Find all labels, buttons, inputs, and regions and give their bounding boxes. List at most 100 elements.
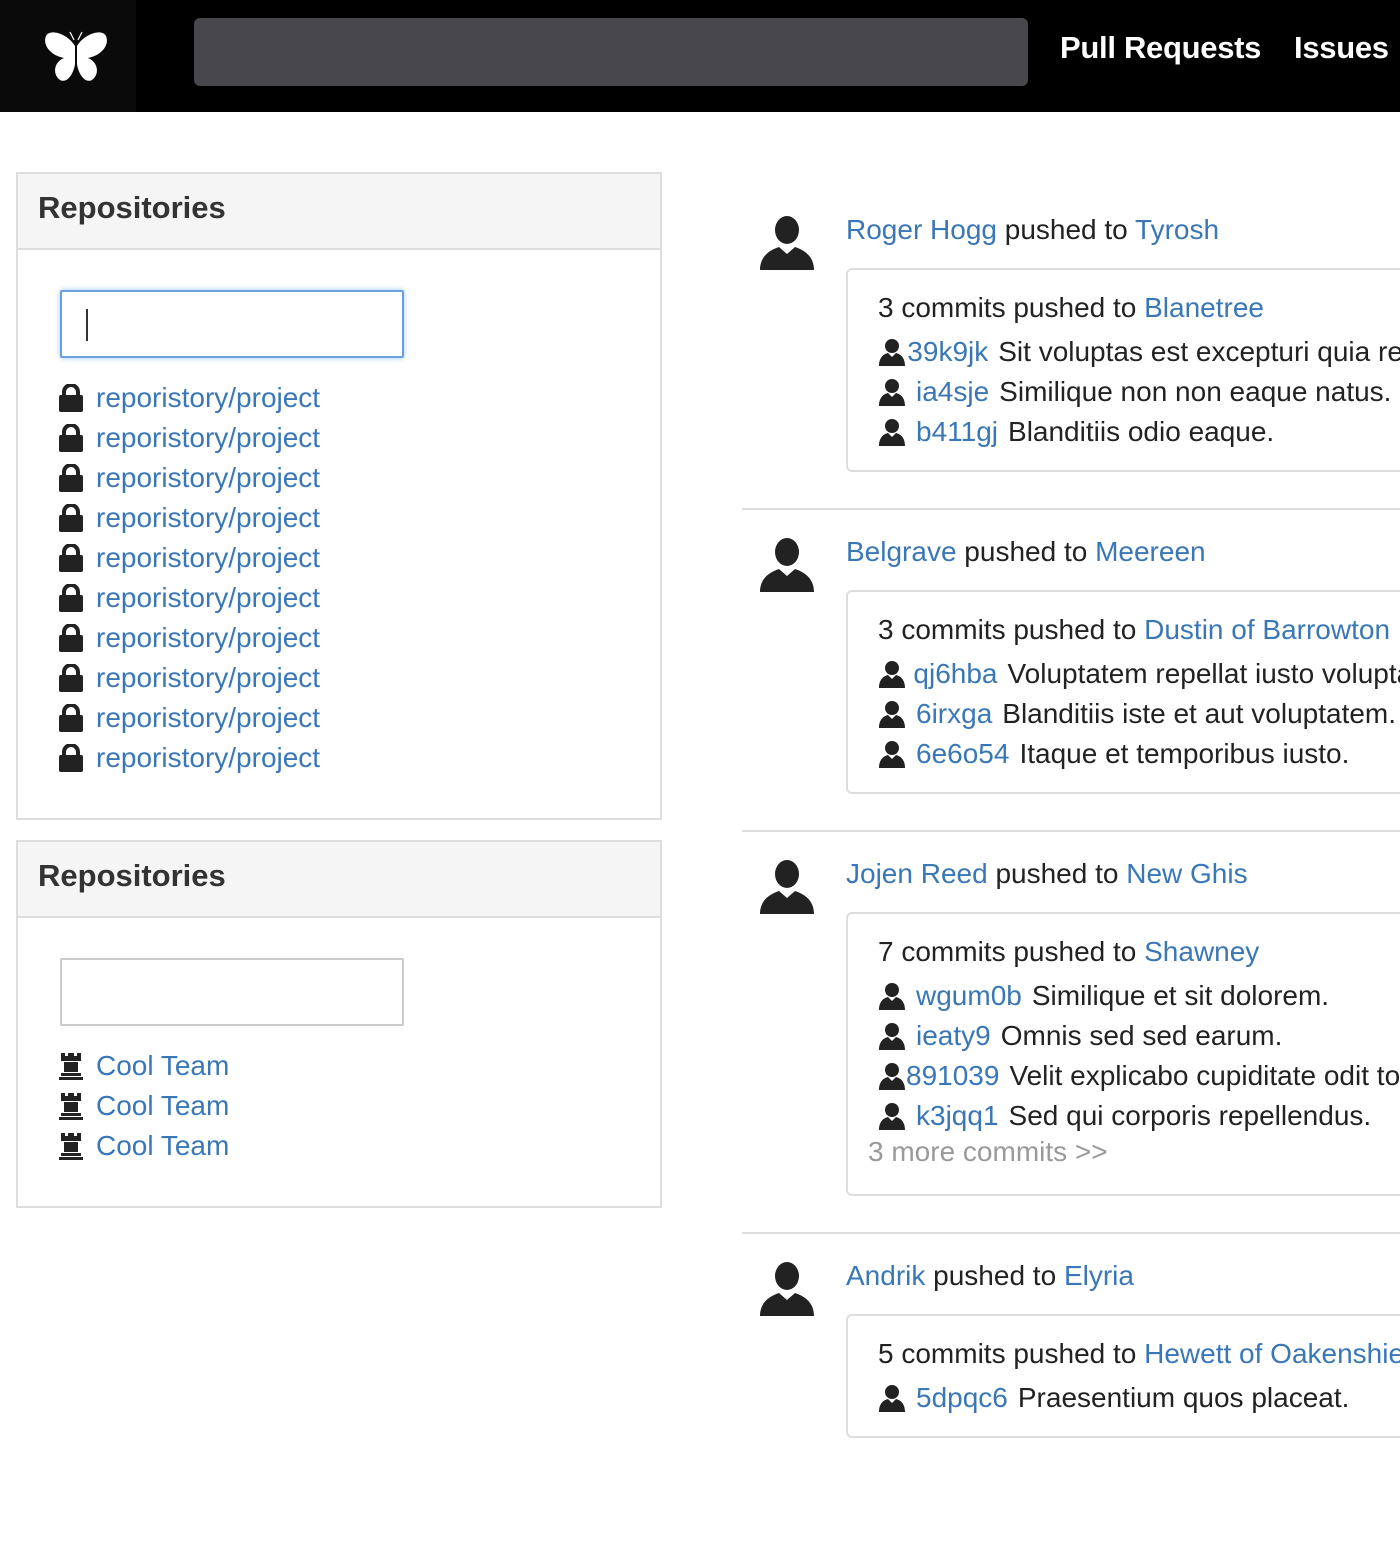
commit-message: Omnis sed sed earum. (1000, 1020, 1283, 1051)
user-icon (878, 1022, 916, 1050)
repository-link[interactable]: reporistory/project (96, 702, 320, 734)
commit-summary-box: 3 commits pushed to Dustin of Barrowton q… (846, 590, 1400, 794)
event-user-link[interactable]: Jojen Reed (846, 858, 988, 889)
commit-sha-link[interactable]: 6irxga (916, 698, 992, 730)
branch-link[interactable]: Shawney (1144, 936, 1259, 967)
commit-sha-link[interactable]: k3jqq1 (916, 1100, 999, 1132)
rook-icon (58, 1091, 96, 1121)
commit-count-text: 3 commits pushed to (878, 614, 1137, 645)
repository-item[interactable]: reporistory/project (58, 538, 320, 578)
repository-item[interactable]: reporistory/project (58, 658, 320, 698)
commit-sha-link[interactable]: 891039 (906, 1060, 999, 1092)
repository-item[interactable]: reporistory/project (58, 378, 320, 418)
nav-pull-requests[interactable]: Pull Requests (1060, 30, 1261, 66)
commit-row: ia4sje Similique non non eaque natus. (878, 372, 1400, 412)
repository-item[interactable]: reporistory/project (58, 738, 320, 778)
repository-link[interactable]: reporistory/project (96, 542, 320, 574)
team-item[interactable]: Cool Team (58, 1086, 229, 1126)
repository-item[interactable]: reporistory/project (58, 618, 320, 658)
repository-link[interactable]: reporistory/project (96, 462, 320, 494)
branch-link[interactable]: Hewett of Oakenshield (1144, 1338, 1400, 1369)
team-item[interactable]: Cool Team (58, 1046, 229, 1086)
commit-summary-box: 3 commits pushed to Blanetree 39k9jk Sit v… (846, 268, 1400, 472)
logo[interactable] (0, 0, 136, 112)
event-repo-link[interactable]: Tyrosh (1135, 214, 1219, 245)
user-icon (878, 982, 916, 1010)
repository-filter-input[interactable] (60, 290, 404, 358)
commit-message: Blanditiis iste et aut voluptatem. (1002, 698, 1397, 729)
repository-link[interactable]: reporistory/project (96, 382, 320, 414)
commit-row: 6e6o54 Itaque et temporibus iusto. (878, 734, 1400, 774)
commit-sha-link[interactable]: qj6hba (913, 658, 997, 690)
commit-message: Praesentium quos placeat. (1017, 1382, 1350, 1413)
commit-row: 6irxga Blanditiis iste et aut voluptatem. (878, 694, 1400, 734)
lock-icon (58, 504, 96, 532)
commit-sha-link[interactable]: ieaty9 (916, 1020, 991, 1052)
commit-row: 891039 Velit explicabo cupiditate odit to… (878, 1056, 1400, 1096)
branch-link[interactable]: Blanetree (1144, 292, 1264, 323)
user-icon (878, 338, 907, 366)
commit-count-text: 3 commits pushed to (878, 292, 1137, 323)
feed-event: Jojen Reed pushed to New Ghis 7 commits p… (742, 832, 1400, 1234)
event-action: pushed to (1004, 214, 1128, 245)
event-repo-link[interactable]: New Ghis (1126, 858, 1247, 889)
commit-sha-link[interactable]: wgum0b (916, 980, 1022, 1012)
commit-message: Sed qui corporis repellendus. (1008, 1100, 1372, 1131)
team-link[interactable]: Cool Team (96, 1090, 229, 1122)
team-filter-input[interactable] (60, 958, 404, 1026)
repository-item[interactable]: reporistory/project (58, 458, 320, 498)
repository-link[interactable]: reporistory/project (96, 622, 320, 654)
commit-summary-box: 5 commits pushed to Hewett of Oakenshiel… (846, 1314, 1400, 1438)
butterfly-icon (45, 31, 107, 81)
repository-item[interactable]: reporistory/project (58, 418, 320, 458)
activity-feed: Roger Hogg pushed to Tyrosh 3 commits pus… (742, 188, 1400, 1556)
more-commits-link[interactable]: 3 more commits >> (868, 1136, 1400, 1176)
event-user-link[interactable]: Roger Hogg (846, 214, 997, 245)
team-link[interactable]: Cool Team (96, 1050, 229, 1082)
lock-icon (58, 664, 96, 692)
commit-row: qj6hba Voluptatem repellat iusto voluptas… (878, 654, 1400, 694)
commit-row: 5dpqc6 Praesentium quos placeat. (878, 1378, 1400, 1418)
team-list: Cool Team Cool Team Cool Team (58, 1046, 229, 1166)
repository-link[interactable]: reporistory/project (96, 742, 320, 774)
event-title: Belgrave pushed to Meereen (846, 536, 1206, 568)
commit-sha-link[interactable]: 39k9jk (907, 336, 988, 368)
rook-icon (58, 1051, 96, 1081)
commit-sha-link[interactable]: b411gj (916, 416, 998, 448)
event-action: pushed to (964, 536, 1088, 567)
commit-row: 39k9jk Sit voluptas est excepturi quia re… (878, 332, 1400, 372)
event-repo-link[interactable]: Elyria (1064, 1260, 1134, 1291)
user-icon (878, 1102, 916, 1130)
event-user-link[interactable]: Andrik (846, 1260, 925, 1291)
repository-link[interactable]: reporistory/project (96, 502, 320, 534)
branch-link[interactable]: Dustin of Barrowton (1144, 614, 1390, 645)
lock-icon (58, 384, 96, 412)
commit-sha-link[interactable]: ia4sje (916, 376, 989, 408)
user-icon (878, 1062, 906, 1090)
commit-message: Similique non non eaque natus. (999, 376, 1392, 407)
commit-count-line: 5 commits pushed to Hewett of Oakenshiel… (878, 1338, 1400, 1378)
nav-issues[interactable]: Issues (1294, 30, 1389, 66)
team-item[interactable]: Cool Team (58, 1126, 229, 1166)
commit-row: ieaty9 Omnis sed sed earum. (878, 1016, 1400, 1056)
commit-row: k3jqq1 Sed qui corporis repellendus. (878, 1096, 1400, 1136)
event-user-link[interactable]: Belgrave (846, 536, 957, 567)
search-input[interactable] (194, 18, 1028, 86)
commit-sha-link[interactable]: 6e6o54 (916, 738, 1009, 770)
repository-link[interactable]: reporistory/project (96, 422, 320, 454)
repository-item[interactable]: reporistory/project (58, 578, 320, 618)
commit-count-text: 7 commits pushed to (878, 936, 1137, 967)
event-repo-link[interactable]: Meereen (1095, 536, 1206, 567)
top-navbar: Pull Requests Issues (0, 0, 1400, 112)
repository-item[interactable]: reporistory/project (58, 698, 320, 738)
commit-message: Sit voluptas est excepturi quia rem. (998, 336, 1400, 367)
commit-count-text: 5 commits pushed to (878, 1338, 1137, 1369)
repository-link[interactable]: reporistory/project (96, 662, 320, 694)
team-link[interactable]: Cool Team (96, 1130, 229, 1162)
event-title: Jojen Reed pushed to New Ghis (846, 858, 1248, 890)
commit-sha-link[interactable]: 5dpqc6 (916, 1382, 1008, 1414)
repository-item[interactable]: reporistory/project (58, 498, 320, 538)
repository-link[interactable]: reporistory/project (96, 582, 320, 614)
lock-icon (58, 584, 96, 612)
commit-message: Blanditiis odio eaque. (1008, 416, 1275, 447)
